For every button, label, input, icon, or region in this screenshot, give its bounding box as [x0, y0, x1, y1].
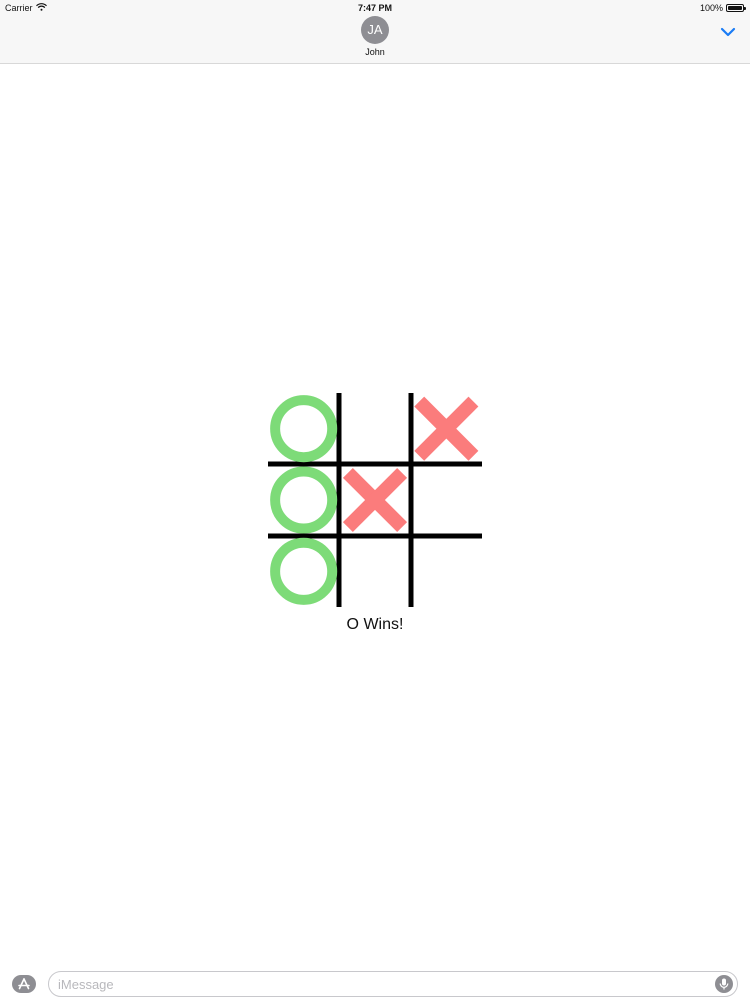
message-input[interactable] — [58, 976, 698, 992]
battery-percent: 100% — [699, 3, 723, 13]
imessage-screen: Carrier 7:47 PM 100% JA John O Wins! iMe… — [0, 0, 750, 1000]
battery-level — [728, 6, 742, 10]
status-time: 7:47 PM — [357, 3, 392, 13]
tic-tac-toe-board — [268, 393, 482, 607]
collapse-button[interactable] — [718, 25, 738, 39]
microphone-icon — [719, 978, 729, 990]
o-mark — [270, 395, 338, 463]
board-svg — [268, 393, 482, 607]
result-text: O Wins! — [346, 616, 404, 633]
contact-name[interactable]: John — [0, 47, 750, 57]
avatar[interactable]: JA — [361, 16, 389, 44]
app-store-icon — [18, 978, 30, 990]
app-store-button[interactable] — [12, 975, 36, 993]
o-mark — [270, 466, 338, 534]
message-field[interactable] — [48, 971, 738, 997]
conversation-header: JA John — [0, 16, 750, 64]
o-mark — [270, 537, 338, 605]
microphone-button[interactable] — [715, 975, 733, 993]
battery-icon — [726, 4, 746, 12]
status-right: 100% — [699, 3, 746, 13]
chevron-down-icon — [720, 27, 736, 37]
composer-bar — [0, 966, 750, 1000]
status-bar: Carrier 7:47 PM 100% — [0, 0, 750, 16]
